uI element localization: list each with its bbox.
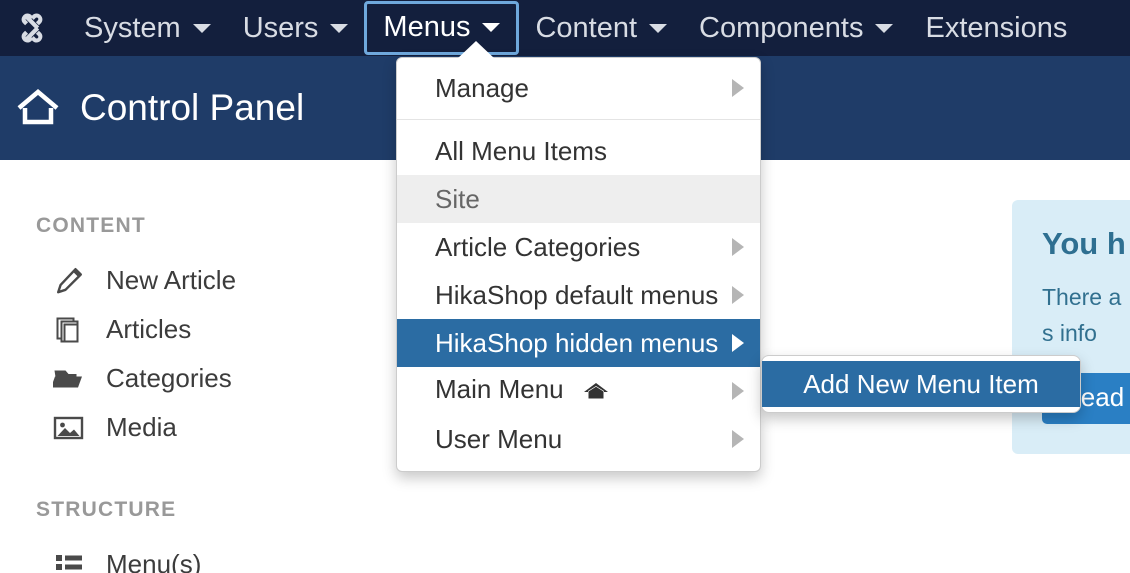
- chevron-right-icon: [732, 286, 744, 304]
- menu-item-label: All Menu Items: [435, 135, 607, 166]
- nav-item-label: Users: [242, 11, 319, 44]
- chevron-right-icon: [732, 79, 744, 97]
- hikashop-hidden-menus-submenu: Add New Menu Item: [761, 355, 1081, 413]
- submenu-item-add-new-menu-item[interactable]: Add New Menu Item: [762, 361, 1080, 407]
- sidebar-item-categories[interactable]: Categories: [0, 354, 380, 403]
- chevron-right-icon: [732, 430, 744, 448]
- chevron-down-icon: [482, 23, 501, 32]
- chevron-right-icon: [732, 382, 744, 400]
- nav-item-menus[interactable]: Menus: [364, 0, 520, 55]
- nav-item-extensions[interactable]: Extensions: [909, 0, 1083, 56]
- nav-item-label: Components: [699, 11, 864, 44]
- admin-menu-bar: System Users Menus Content Components Ex…: [0, 0, 1130, 56]
- menu-item-hikashop-default-menus[interactable]: HikaShop default menus: [397, 271, 760, 319]
- menus-dropdown: Manage All Menu Items Site Article Categ…: [396, 41, 761, 472]
- menu-item-all-menu-items[interactable]: All Menu Items: [397, 127, 760, 175]
- copy-icon: [52, 314, 86, 346]
- sidebar-item-menus[interactable]: Menu(s): [0, 540, 380, 573]
- home-icon: [16, 88, 60, 128]
- menu-group-header-site: Site: [397, 175, 760, 223]
- nav-item-label: System: [84, 11, 181, 44]
- nav-item-components[interactable]: Components: [683, 0, 909, 56]
- folder-icon: [52, 363, 86, 395]
- menu-item-label: HikaShop default menus: [435, 279, 719, 310]
- info-panel-title: You h: [1042, 226, 1126, 261]
- menu-item-manage[interactable]: Manage: [397, 64, 760, 112]
- menu-item-hikashop-hidden-menus[interactable]: HikaShop hidden menus: [397, 319, 760, 367]
- menu-item-main-menu[interactable]: Main Menu: [397, 367, 760, 415]
- home-icon: [583, 377, 609, 408]
- nav-item-system[interactable]: System: [68, 0, 227, 56]
- sidebar-item-media[interactable]: Media: [0, 403, 380, 452]
- sidebar-item-label: Articles: [106, 314, 192, 344]
- chevron-right-icon: [732, 238, 744, 256]
- info-panel-line-2: s info: [1042, 319, 1097, 346]
- menu-item-label: User Menu: [435, 423, 563, 454]
- sidebar-item-articles[interactable]: Articles: [0, 305, 380, 354]
- info-alert-panel: You h There a s info Read: [1012, 200, 1130, 455]
- chevron-down-icon: [192, 23, 211, 33]
- nav-item-content[interactable]: Content: [519, 0, 683, 56]
- menu-group-label: Site: [435, 183, 480, 214]
- sidebar-section-heading-content: CONTENT: [36, 214, 146, 237]
- menu-item-label-wrap: Main Menu: [435, 374, 722, 408]
- sidebar-item-label: New Article: [106, 265, 237, 295]
- nav-item-label: Content: [535, 11, 638, 44]
- menu-item-label: Article Categories: [435, 231, 641, 262]
- chevron-down-icon: [875, 23, 894, 33]
- sidebar-item-new-article[interactable]: New Article: [0, 256, 380, 305]
- sidebar-item-label: Categories: [106, 363, 232, 393]
- chevron-right-icon: [732, 334, 744, 352]
- page-title: Control Panel: [80, 87, 305, 128]
- chevron-down-icon: [649, 23, 668, 33]
- menu-item-article-categories[interactable]: Article Categories: [397, 223, 760, 271]
- menu-divider: [397, 119, 760, 120]
- dropdown-caret-icon: [457, 41, 495, 59]
- joomla-admin-screen: System Users Menus Content Components Ex…: [0, 0, 1130, 573]
- menu-item-user-menu[interactable]: User Menu: [397, 415, 760, 463]
- menu-item-label: Manage: [435, 72, 529, 103]
- chevron-down-icon: [330, 23, 349, 33]
- nav-item-label: Extensions: [925, 11, 1068, 44]
- menu-item-label: Main Menu: [435, 374, 564, 404]
- submenu-item-label: Add New Menu Item: [803, 368, 1039, 399]
- menu-item-label: HikaShop hidden menus: [435, 327, 719, 358]
- nav-item-users[interactable]: Users: [227, 0, 365, 56]
- nav-item-label: Menus: [383, 11, 471, 43]
- sidebar-item-label: Menu(s): [106, 549, 202, 573]
- image-icon: [52, 412, 86, 444]
- pencil-icon: [52, 265, 86, 297]
- sidebar-section-heading-structure: STRUCTURE: [36, 498, 177, 521]
- info-panel-line-1: There a: [1042, 284, 1122, 310]
- sidebar-item-label: Media: [106, 412, 177, 442]
- dashboard-sidebar: CONTENT New Article Articles Categories …: [0, 160, 380, 573]
- list-icon: [52, 549, 86, 573]
- joomla-logo-icon[interactable]: [10, 6, 54, 50]
